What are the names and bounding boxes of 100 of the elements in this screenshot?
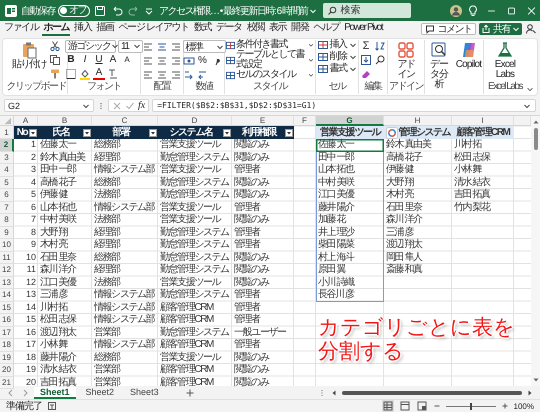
document-title[interactable]: アクセス権限… • 最終更新日時: 6 時間前 <box>159 4 318 18</box>
currency-icon[interactable] <box>182 55 194 67</box>
search-icon[interactable] <box>374 54 386 66</box>
alignment-icon[interactable] <box>156 55 168 67</box>
format-painter-icon[interactable] <box>49 68 61 80</box>
style-menu-button[interactable]: 条件付き書式 <box>226 40 314 50</box>
person-search-icon[interactable] <box>525 23 537 35</box>
row-header[interactable]: 20 <box>0 364 14 376</box>
name-box[interactable]: G2 <box>4 99 94 112</box>
bold-button[interactable]: B <box>65 54 77 66</box>
column-header[interactable]: H <box>384 116 452 126</box>
accessibility-icon[interactable] <box>47 401 57 411</box>
row-header[interactable]: 15 <box>0 302 14 314</box>
ribbon-tab[interactable]: 挿入 <box>73 22 92 36</box>
lightbulb-icon[interactable] <box>466 4 480 18</box>
scrollbar-thumb[interactable] <box>342 390 522 394</box>
filter-button[interactable] <box>223 128 231 136</box>
ribbon-tab[interactable]: ページ レイアウト <box>118 22 190 36</box>
ribbon-tab[interactable]: 開発 <box>290 22 310 36</box>
alignment-icon[interactable] <box>170 55 182 67</box>
row-header[interactable]: 4 <box>0 164 14 176</box>
colorful-ring-icon[interactable] <box>386 126 398 138</box>
row-header[interactable]: 18 <box>0 339 14 352</box>
ribbon-tab[interactable]: データ <box>215 22 243 36</box>
style-menu-button[interactable]: テーブルとして書式設定 <box>226 50 314 70</box>
scissors-icon[interactable] <box>49 40 61 52</box>
decrease-decimal-icon[interactable] <box>196 69 208 81</box>
row-header[interactable]: 17 <box>0 326 14 339</box>
scroll-down-icon[interactable] <box>532 376 540 384</box>
sheet-tab[interactable]: Sheet1 <box>34 386 76 398</box>
filter-button[interactable] <box>29 128 37 136</box>
alignment-icon[interactable] <box>156 41 168 53</box>
font-color-button[interactable]: A <box>93 68 105 80</box>
column-header[interactable]: I <box>452 116 514 126</box>
underline-button[interactable]: U <box>93 54 105 66</box>
alignment-icon[interactable] <box>142 55 154 67</box>
row-header[interactable]: 2 <box>0 139 14 152</box>
row-header[interactable]: 19 <box>0 352 14 364</box>
check-icon[interactable] <box>125 100 135 110</box>
italic-button[interactable]: I <box>79 54 91 66</box>
style-menu-button[interactable]: セルのスタイル <box>226 70 314 80</box>
filter-button[interactable] <box>83 128 91 136</box>
fill-down-icon[interactable] <box>360 54 372 66</box>
row-header[interactable]: 3 <box>0 152 14 164</box>
ribbon-tab[interactable]: 描画 <box>95 22 115 36</box>
eraser-icon[interactable] <box>360 68 372 80</box>
copy-icon[interactable] <box>49 54 61 66</box>
ribbon-tab[interactable]: 校閲 <box>246 22 266 36</box>
column-header[interactable]: E <box>232 116 294 126</box>
row-header[interactable]: 10 <box>0 239 14 252</box>
row-header[interactable]: 5 <box>0 176 14 189</box>
sort-icon[interactable] <box>374 40 386 52</box>
cells-menu-button[interactable]: 挿入 <box>318 40 356 50</box>
column-header[interactable]: G <box>316 116 384 126</box>
copilot-button[interactable]: Copilot <box>454 40 482 70</box>
increase-decimal-icon[interactable] <box>182 69 194 81</box>
ribbon-tab[interactable]: ファイル <box>3 22 40 36</box>
phonetic-icon[interactable] <box>107 68 119 80</box>
row-header[interactable]: 7 <box>0 202 14 214</box>
alignment-icon[interactable] <box>142 69 154 81</box>
column-header[interactable]: D <box>158 116 232 126</box>
borders-icon[interactable] <box>65 68 77 80</box>
expand-caret-icon[interactable] <box>523 102 531 110</box>
save-icon[interactable] <box>93 4 107 18</box>
collapse-ribbon-icon[interactable] <box>526 85 534 93</box>
avatar-icon[interactable] <box>449 4 463 18</box>
sheet-tab[interactable]: Sheet3 <box>124 386 165 398</box>
scrollbar-thumb[interactable] <box>534 128 538 150</box>
autosave-toggle[interactable]: オフ <box>58 4 90 16</box>
alignment-icon[interactable] <box>156 69 168 81</box>
share-button[interactable]: 共有 <box>478 23 522 35</box>
cells-menu-button[interactable]: 削除 <box>318 52 356 62</box>
row-header[interactable]: 14 <box>0 289 14 302</box>
excel-labs-button[interactable]: Excel Labs <box>489 40 521 80</box>
add-ins-button[interactable]: アドイン <box>396 40 416 80</box>
customize-caret-icon[interactable] <box>144 6 154 16</box>
zoom-in-icon[interactable] <box>500 402 509 410</box>
fill-color-icon[interactable] <box>79 68 91 80</box>
scroll-left-icon[interactable] <box>330 388 338 396</box>
page-layout-icon[interactable] <box>398 400 411 412</box>
insert-function-button[interactable]: fx <box>138 100 146 111</box>
ribbon-tab[interactable]: Power Pivot <box>343 22 384 36</box>
shrink-font-button[interactable]: A <box>121 54 133 66</box>
font-size-field[interactable]: 11 <box>118 40 143 52</box>
row-header[interactable]: 13 <box>0 276 14 289</box>
sheet-tab[interactable]: Sheet2 <box>80 386 120 398</box>
cells-menu-button[interactable]: 書式 <box>318 64 356 74</box>
ribbon-tab[interactable]: 数式 <box>192 22 212 36</box>
comment-button[interactable]: コメント <box>421 23 476 35</box>
alignment-icon[interactable] <box>170 69 182 81</box>
font-name-field[interactable]: 游ゴシック <box>65 40 116 52</box>
scroll-up-icon[interactable] <box>532 118 540 126</box>
column-header[interactable]: C <box>92 116 158 126</box>
row-header[interactable]: 8 <box>0 214 14 226</box>
column-header[interactable]: A <box>14 116 38 126</box>
zoom-percent[interactable]: 100% <box>514 402 534 410</box>
ribbon-tab[interactable]: ヘルプ <box>312 22 340 36</box>
ribbon-tab[interactable]: 表示 <box>268 22 288 36</box>
paste-button[interactable]: 貼り付け <box>11 40 47 70</box>
scroll-right-icon[interactable] <box>526 388 534 396</box>
